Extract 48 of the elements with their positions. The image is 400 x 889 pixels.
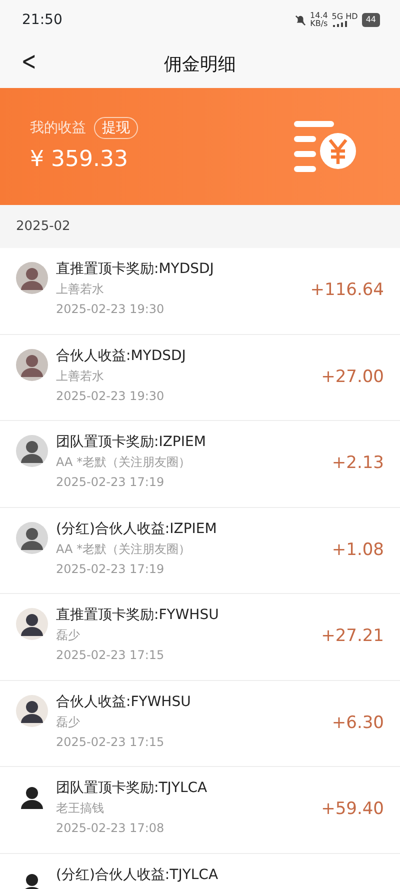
record-user: AA *老默（关注朋友圈） (56, 454, 192, 471)
record-title: 团队置顶卡奖励:TJYLCA (56, 779, 208, 798)
record-title: 直推置顶卡奖励:FYWHSU (56, 606, 220, 625)
record-user: AA *老默（关注朋友圈） (56, 540, 192, 558)
avatar-icon (16, 522, 48, 554)
earnings-amount: ¥ 359.33 (30, 146, 129, 174)
record-title: 合伙人收益:FYWHSU (56, 692, 192, 712)
record-amount: +2.13 (332, 452, 384, 475)
record-title: (分红)合伙人收益:TJYLCA (56, 866, 220, 884)
record-amount: +1.08 (332, 538, 384, 562)
back-button[interactable]: < (17, 48, 41, 76)
avatar-icon (16, 608, 48, 640)
record-user: 磊少 (56, 627, 81, 644)
record-time: 2025-02-23 17:15 (56, 734, 166, 750)
record-amount: +116.64 (310, 279, 384, 302)
record-time: 2025-02-23 17:19 (56, 474, 166, 491)
record-title: 合伙人收益:MYDSDJ (56, 346, 187, 366)
yuan-coin-icon (294, 120, 356, 172)
record-amount: +27.00 (321, 366, 384, 388)
signal-icon (332, 21, 348, 27)
record-amount: +27.21 (321, 625, 384, 648)
record-amount: +59.40 (321, 798, 384, 821)
avatar-icon (16, 348, 48, 380)
battery-level: 44 (362, 13, 380, 27)
speed-unit: KB/s (310, 20, 328, 28)
mute-icon (294, 14, 306, 26)
record-user: 上善若水 (56, 281, 105, 298)
record-amount: +6.30 (332, 712, 384, 734)
page-title: 佣金明细 (164, 52, 236, 76)
record-time: 2025-02-23 19:30 (56, 301, 166, 318)
record-time: 2025-02-23 17:19 (56, 560, 166, 578)
record-user: 上善若水 (56, 368, 105, 384)
record-user: 磊少 (56, 714, 81, 730)
network-type: 5G HD (332, 13, 358, 21)
record-title: 直推置顶卡奖励:MYDSDJ (56, 260, 215, 279)
earnings-label: 我的收益 (30, 118, 86, 138)
record-time: 2025-02-23 19:30 (56, 388, 166, 404)
avatar-icon (16, 694, 48, 726)
avatar-icon (16, 262, 48, 294)
record-time: 2025-02-23 17:08 (56, 820, 166, 837)
record-user: 老王搞钱 (56, 800, 105, 817)
network-speed: 14.4 (310, 12, 328, 20)
record-time: 2025-02-23 17:15 (56, 647, 166, 664)
record-title: (分红)合伙人收益:IZPIEM (56, 520, 218, 538)
avatar-icon (16, 435, 48, 467)
month-label: 2025-02 (16, 218, 70, 236)
status-time: 21:50 (22, 10, 62, 30)
record-title: 团队置顶卡奖励:IZPIEM (56, 433, 207, 452)
